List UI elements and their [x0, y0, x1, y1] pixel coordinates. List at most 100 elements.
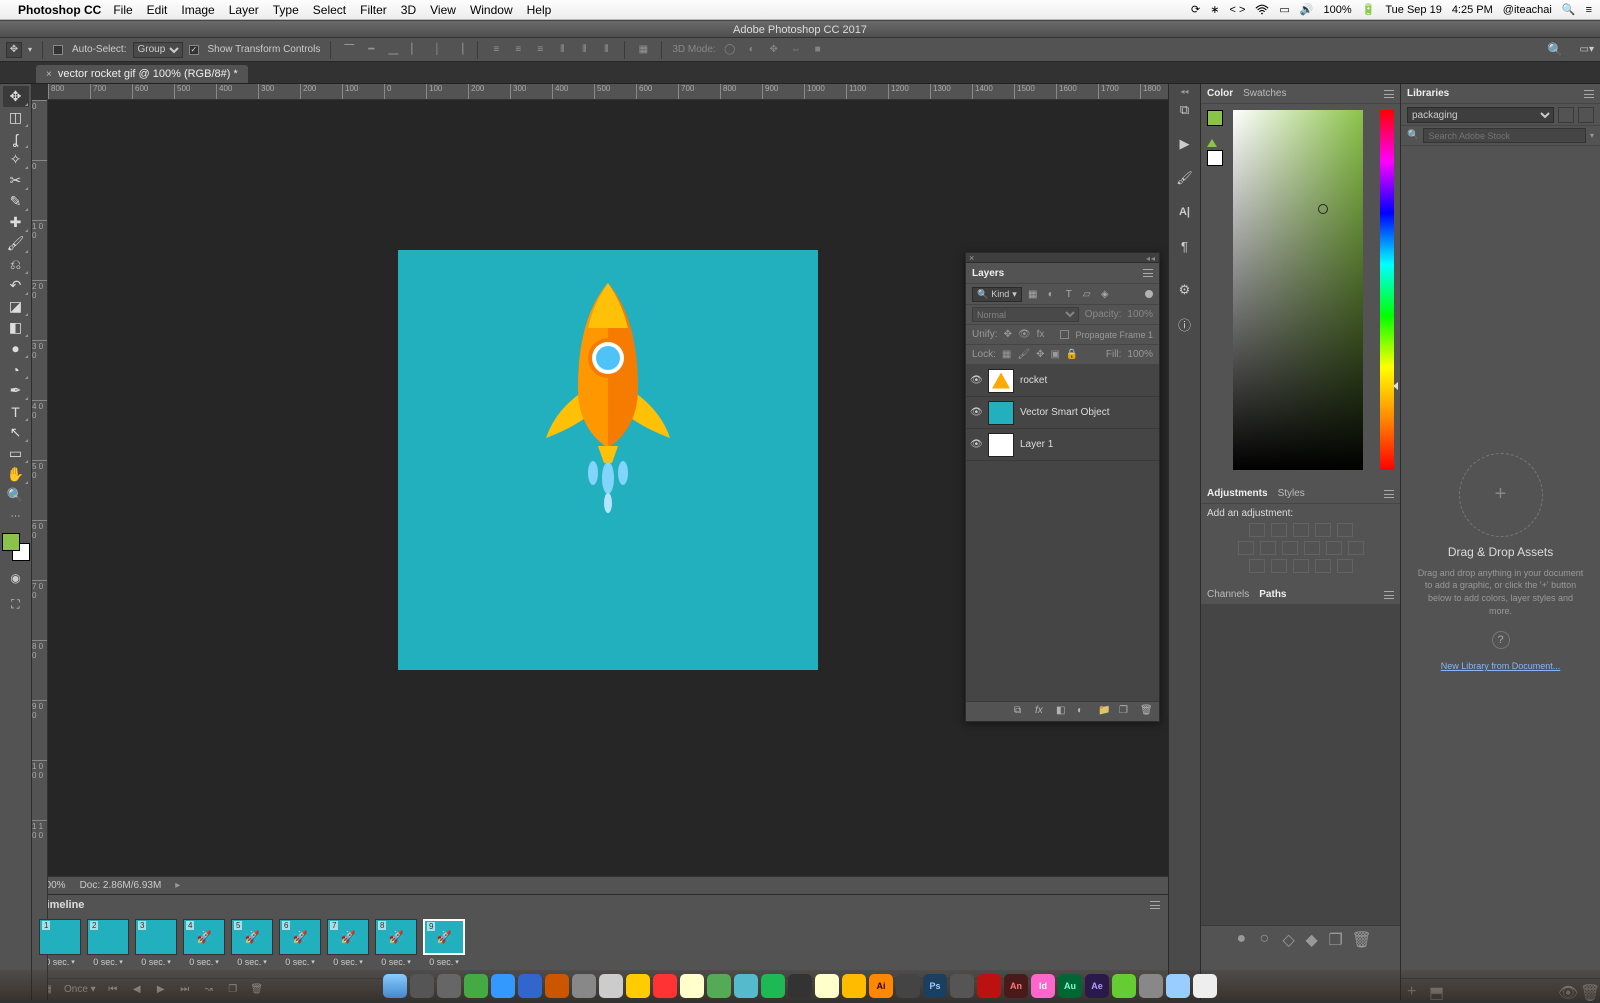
unify-visibility-icon[interactable]: 👁: [1018, 329, 1031, 340]
3d-slide-icon[interactable]: ⇔: [788, 42, 804, 58]
new-layer-icon[interactable]: ❐: [1119, 705, 1132, 718]
photofilter-adj-icon[interactable]: [1304, 541, 1320, 555]
dock-app[interactable]: [545, 974, 569, 998]
posterize-adj-icon[interactable]: [1271, 559, 1287, 573]
menubar-date[interactable]: Tue Sep 19: [1385, 4, 1441, 16]
distribute-hcenter-icon[interactable]: ⦀: [576, 42, 592, 58]
stamp-tool[interactable]: ⎌: [3, 254, 29, 275]
hue-slider[interactable]: [1380, 110, 1394, 470]
statusbar-flyout-icon[interactable]: ▸: [175, 880, 180, 891]
align-bottom-icon[interactable]: ⎽: [385, 42, 401, 58]
expand-dock-icon[interactable]: ◂◂: [1180, 87, 1188, 96]
search-flyout-icon[interactable]: ▾: [1590, 131, 1594, 140]
colorbalance-adj-icon[interactable]: [1260, 541, 1276, 555]
color-swatches[interactable]: [2, 533, 30, 561]
dock-settings[interactable]: [410, 974, 434, 998]
doc-size[interactable]: Doc: 2.86M/6.93M: [80, 880, 162, 891]
layer-name[interactable]: rocket: [1020, 375, 1155, 386]
visibility-icon[interactable]: 👁: [970, 375, 982, 386]
adjustment-layer-icon[interactable]: ◐: [1077, 705, 1090, 718]
filter-kind-dropdown[interactable]: 🔍 Kind ▾: [972, 287, 1022, 302]
distribute-bottom-icon[interactable]: ≡: [532, 42, 548, 58]
distribute-right-icon[interactable]: ⦀: [598, 42, 614, 58]
bluetooth-icon[interactable]: ∗: [1210, 3, 1219, 16]
new-library-link[interactable]: New Library from Document...: [1441, 661, 1561, 671]
unify-style-icon[interactable]: fx: [1037, 329, 1045, 340]
distribute-top-icon[interactable]: ≡: [488, 42, 504, 58]
fill-value[interactable]: 100%: [1127, 349, 1153, 360]
dock-app[interactable]: [842, 974, 866, 998]
timeline-menu-icon[interactable]: [1150, 901, 1160, 909]
lasso-tool[interactable]: ʆ: [3, 128, 29, 149]
invert-adj-icon[interactable]: [1249, 559, 1265, 573]
library-select[interactable]: packaging: [1407, 107, 1554, 123]
color-bg-swatch[interactable]: [1207, 150, 1223, 166]
filter-smart-icon[interactable]: ◈: [1098, 287, 1112, 301]
layer-name[interactable]: Layer 1: [1020, 439, 1155, 450]
dock-app[interactable]: [734, 974, 758, 998]
auto-select-checkbox[interactable]: [53, 45, 63, 55]
dock-app[interactable]: [599, 974, 623, 998]
menu-3d[interactable]: 3D: [401, 3, 416, 17]
info-panel-icon[interactable]: ⓘ: [1175, 314, 1195, 334]
character-panel-icon[interactable]: A|: [1175, 202, 1195, 222]
vibrance-adj-icon[interactable]: [1337, 523, 1353, 537]
menu-file[interactable]: File: [113, 3, 132, 17]
color-field[interactable]: [1233, 110, 1363, 470]
display-icon[interactable]: ▭: [1279, 3, 1289, 16]
zoom-tool[interactable]: 🔍: [3, 485, 29, 506]
make-workpath-icon[interactable]: ◆: [1306, 930, 1319, 943]
dock-animate[interactable]: An: [1004, 974, 1028, 998]
dock-app[interactable]: [1112, 974, 1136, 998]
menu-view[interactable]: View: [430, 3, 456, 17]
dock-spotify[interactable]: [761, 974, 785, 998]
dock-illustrator[interactable]: Ai: [869, 974, 893, 998]
volume-icon[interactable]: 🔊: [1300, 3, 1314, 16]
paths-tab[interactable]: Paths: [1259, 589, 1286, 600]
distribute-left-icon[interactable]: ⦀: [554, 42, 570, 58]
swatches-tab[interactable]: Swatches: [1243, 88, 1286, 99]
dock-chrome[interactable]: [680, 974, 704, 998]
align-vcenter-icon[interactable]: ━: [363, 42, 379, 58]
edit-toolbar[interactable]: ⋯: [3, 506, 29, 527]
curves-adj-icon[interactable]: [1293, 523, 1309, 537]
layer-thumb[interactable]: [988, 369, 1014, 393]
close-tab-icon[interactable]: ×: [46, 69, 52, 80]
3d-orbit-icon[interactable]: ◯: [722, 42, 738, 58]
dock-app[interactable]: [788, 974, 812, 998]
menu-select[interactable]: Select: [313, 3, 346, 17]
layers-tab[interactable]: Layers: [972, 268, 1004, 279]
dock-app[interactable]: [437, 974, 461, 998]
menubar-user[interactable]: @iteachai: [1503, 4, 1552, 16]
menu-filter[interactable]: Filter: [360, 3, 387, 17]
align-hcenter-icon[interactable]: │: [429, 42, 445, 58]
dock-app[interactable]: [572, 974, 596, 998]
sync-icon[interactable]: ⟳: [1191, 3, 1200, 16]
dock-app[interactable]: [464, 974, 488, 998]
ruler-horizontal[interactable]: 8007006005004003002001000100200300400500…: [48, 84, 1168, 100]
fill-path-icon[interactable]: ●: [1237, 930, 1250, 943]
unify-position-icon[interactable]: ✥: [1004, 329, 1012, 340]
3d-pan-icon[interactable]: ✥: [766, 42, 782, 58]
propagate-checkbox[interactable]: [1060, 330, 1069, 339]
menu-type[interactable]: Type: [273, 3, 299, 17]
bw-adj-icon[interactable]: [1282, 541, 1298, 555]
actions-panel-icon[interactable]: ▶: [1175, 134, 1195, 154]
layer-style-icon[interactable]: fx: [1035, 705, 1048, 718]
align-top-icon[interactable]: ⎺: [341, 42, 357, 58]
foreground-color-swatch[interactable]: [2, 533, 20, 551]
brush-tool[interactable]: 🖌: [3, 233, 29, 254]
dock-audition[interactable]: Au: [1058, 974, 1082, 998]
pen-tool[interactable]: ✒: [3, 380, 29, 401]
spotlight-icon[interactable]: 🔍: [1562, 3, 1576, 16]
dock-app[interactable]: [626, 974, 650, 998]
visibility-icon[interactable]: 👁: [970, 439, 982, 450]
blur-tool[interactable]: ⦁: [3, 338, 29, 359]
ruler-vertical[interactable]: 001 0 02 0 03 0 04 0 05 0 06 0 07 0 08 0…: [32, 100, 48, 1000]
hue-adj-icon[interactable]: [1238, 541, 1254, 555]
add-asset-icon[interactable]: +: [1459, 453, 1543, 537]
artboard[interactable]: [398, 250, 818, 670]
exposure-adj-icon[interactable]: [1315, 523, 1331, 537]
distribute-vcenter-icon[interactable]: ≡: [510, 42, 526, 58]
help-icon[interactable]: ?: [1492, 631, 1510, 649]
